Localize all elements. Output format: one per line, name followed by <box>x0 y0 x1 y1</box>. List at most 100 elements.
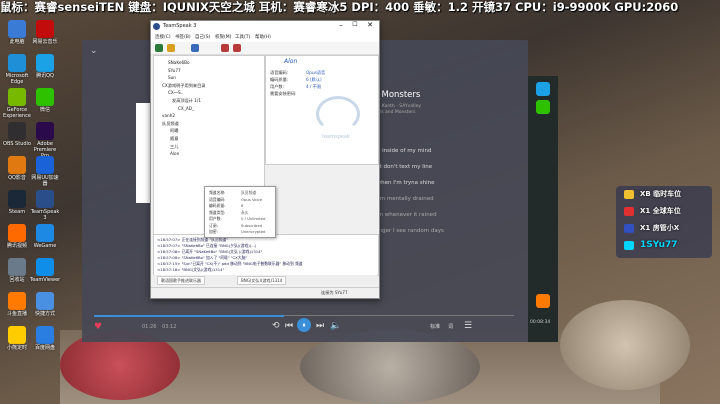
volume-icon[interactable]: 🔈 <box>330 321 341 331</box>
desktop-icon-label: 此电脑 <box>9 39 25 45</box>
desktop-icon[interactable]: TeamViewer <box>30 258 60 283</box>
tooltip-value: 6 <box>241 203 244 208</box>
danmu-overlay: XB 临时车位 X1 全球车位 X1 房管小X 1SYu77 <box>616 186 712 258</box>
desktop-icon[interactable]: GeForce Experience <box>2 88 32 119</box>
desktop-icon[interactable]: OBS Studio <box>2 122 32 147</box>
status-text: 连接为 SYu77 <box>321 290 348 295</box>
app-icon[interactable] <box>536 82 550 96</box>
playlist-icon[interactable]: ☰ <box>464 321 472 331</box>
desktop-icon[interactable]: QQ影音 <box>2 156 32 181</box>
teamspeak-window: TeamSpeak 3 – ☐ ✕ 连接(C) 书签(B) 自己(S) 权限(M) 工具… <box>150 20 380 299</box>
desktop-icon-label: 网易云音乐 <box>32 39 58 45</box>
desktop-icon-label: 小熊定时 <box>6 345 27 351</box>
tree-item[interactable]: 随意 <box>170 136 178 142</box>
tree-item[interactable]: 阿曦 <box>170 128 178 134</box>
progress-played[interactable] <box>94 315 284 317</box>
tree-item[interactable]: CX游戏明子用到来目录 <box>162 83 205 89</box>
app-icon[interactable] <box>536 294 550 308</box>
connect-icon[interactable] <box>155 44 163 52</box>
tree-item[interactable]: 发高顶设计 1/1 <box>172 98 201 104</box>
chat-tab[interactable]: 歌语国歌手推进联乐器 <box>157 276 205 285</box>
desktop-icon[interactable]: WeGame <box>30 224 60 249</box>
heart-icon[interactable]: ♥ <box>94 322 102 332</box>
desktop-icon[interactable]: Microsoft Edge <box>2 54 32 85</box>
desktop-icon[interactable]: 此电脑 <box>2 20 32 45</box>
desktop-icon[interactable]: 斗鱼直播 <box>2 292 32 317</box>
app-icon[interactable] <box>536 100 550 114</box>
desktop-icon[interactable]: Adobe Premiere Pro <box>30 122 60 159</box>
channel-tooltip: 频道名称: 队员频道 语音编码: Opus Voice 编码质量: 6 频道类型: 永久 用户数… <box>204 186 276 238</box>
maximize-button[interactable]: ☐ <box>349 21 361 32</box>
progress-remaining[interactable] <box>284 315 514 316</box>
desktop-icon[interactable]: TeamSpeak 3 <box>30 190 60 221</box>
app-icon <box>36 88 54 106</box>
play-pause-button[interactable]: ⏸ <box>297 318 311 332</box>
menu-item[interactable]: 工具(T) <box>235 34 250 40</box>
info-label: 语音编码: <box>270 70 289 75</box>
bookmark-icon[interactable] <box>167 44 175 52</box>
info-value: Opus语音 <box>306 70 326 75</box>
mute-speaker-icon[interactable] <box>233 44 241 52</box>
tree-item[interactable]: SYu77 <box>168 68 181 73</box>
tree-item[interactable]: 队员频道 <box>162 121 179 127</box>
app-icon <box>36 190 54 208</box>
tree-item[interactable]: Alon <box>170 151 179 156</box>
desktop-icon[interactable]: 腾讯视频 <box>2 224 32 249</box>
chat-tab[interactable]: BNG(文弘)(游戏)1314 <box>237 276 287 285</box>
desktop-icon[interactable]: 百度网盘 <box>30 326 60 351</box>
desktop-icon[interactable]: 腾讯QQ <box>30 54 60 79</box>
danmu-line: X1 全球车位 <box>620 205 710 219</box>
teamspeak-watermark-icon <box>316 96 360 132</box>
menu-item[interactable]: 书签(B) <box>175 34 191 40</box>
desktop-icon[interactable]: 回收站 <box>2 258 32 283</box>
close-button[interactable]: ✕ <box>363 21 377 32</box>
app-icon <box>8 326 26 344</box>
desktop-icon[interactable]: 网易云音乐 <box>30 20 60 45</box>
tree-item[interactable]: Sun <box>168 75 176 80</box>
minimize-button[interactable]: – <box>335 21 347 32</box>
app-icon <box>36 20 54 38</box>
time-total: 03:12 <box>162 324 177 330</box>
tree-item[interactable]: SNaKe6Bo <box>168 60 190 65</box>
tooltip-value: Unencrypted <box>241 229 266 234</box>
desktop-icon-label: 网易UU加速器 <box>31 175 59 187</box>
ts-statusbar: 连接为 SYu77 <box>151 287 379 298</box>
danmu-text: 1SYu77 <box>640 240 678 250</box>
next-icon[interactable]: ⏭ <box>316 321 324 331</box>
danmu-line: 1SYu77 <box>620 239 710 253</box>
desktop-icon-label: 微信 <box>39 107 50 113</box>
menu-item[interactable]: 连接(C) <box>155 34 171 40</box>
app-icon <box>8 88 26 106</box>
desktop-icon[interactable]: 小熊定时 <box>2 326 32 351</box>
quality-label[interactable]: 标准 <box>430 323 440 330</box>
desktop-icon[interactable]: 微信 <box>30 88 60 113</box>
app-icon <box>8 20 26 38</box>
desktop-icon[interactable]: 网易UU加速器 <box>30 156 60 187</box>
info-name: Alon <box>284 58 298 65</box>
tooltip-key: 订阅: <box>209 222 218 228</box>
collapse-icon[interactable]: ⌄ <box>90 46 98 56</box>
menu-item[interactable]: 权限(M) <box>215 34 231 40</box>
tree-item[interactable]: CX_AD_ <box>178 106 194 111</box>
desktop-icon[interactable]: Steam <box>2 190 32 215</box>
info-label: 需要安装密码: <box>270 91 297 96</box>
desktop-icon[interactable]: 快捷方式 <box>30 292 60 317</box>
tree-item[interactable]: CX～S.. <box>168 90 183 96</box>
tree-item[interactable]: vanh2 <box>162 113 175 118</box>
loop-icon[interactable]: ⟲ <box>272 321 280 331</box>
tree-item[interactable]: 三儿 <box>170 144 178 150</box>
info-watermark: teamspeak <box>322 134 350 140</box>
lyric-toggle[interactable]: 词 <box>448 323 453 330</box>
prev-icon[interactable]: ⏮ <box>285 321 293 331</box>
desktop-icon-label: Microsoft Edge <box>5 73 29 85</box>
ts-chat-tabs: 歌语国歌手推进联乐器 BNG(文弘)(游戏)1314 <box>153 275 377 285</box>
app-icon <box>8 190 26 208</box>
player-controls: ♥ 01:26 03:12 ⟲ ⏮ ⏸ ⏭ 🔈 标准 词 ☰ <box>82 312 528 342</box>
badge-icon <box>624 207 634 216</box>
menu-item[interactable]: 帮助(H) <box>255 34 271 40</box>
away-icon[interactable] <box>191 44 199 52</box>
menu-item[interactable]: 自己(S) <box>195 34 210 40</box>
ts-toolbar <box>151 42 379 55</box>
desktop-icon-label: 腾讯QQ <box>36 73 54 79</box>
mute-mic-icon[interactable] <box>221 44 229 52</box>
